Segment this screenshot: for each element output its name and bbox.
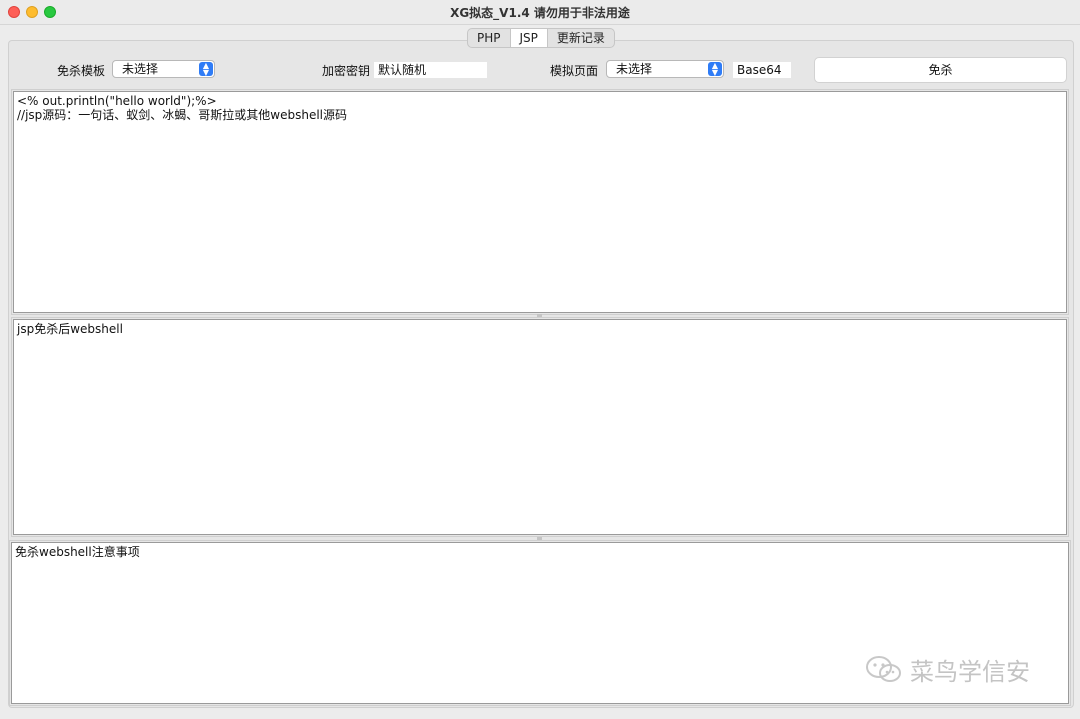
- source-line-1: <% out.println("hello world");%>: [17, 94, 217, 108]
- tab-jsp[interactable]: JSP: [510, 29, 548, 47]
- tab-bar: PHP JSP 更新记录: [467, 28, 615, 48]
- watermark: 菜鸟学信安: [864, 654, 1030, 686]
- tab-php[interactable]: PHP: [468, 29, 511, 47]
- window-title: XG拟态_V1.4 请勿用于非法用途: [450, 6, 630, 20]
- template-select-value: 未选择: [122, 62, 159, 76]
- chevron-updown-icon: ▲ ▼: [708, 62, 722, 77]
- encoding-select[interactable]: Base64: [733, 62, 791, 78]
- key-label: 加密密钥: [322, 64, 371, 78]
- template-label: 免杀模板: [57, 64, 106, 78]
- source-line-2: //jsp源码：一句话、蚁剑、冰蝎、哥斯拉或其他webshell源码: [17, 108, 348, 122]
- page-select-value: 未选择: [616, 62, 653, 76]
- obfuscate-button[interactable]: 免杀: [814, 57, 1067, 83]
- chevron-updown-icon: ▲ ▼: [199, 62, 213, 77]
- notes-text: 免杀webshell注意事项: [15, 545, 140, 559]
- watermark-text: 菜鸟学信安: [910, 657, 1030, 686]
- wechat-icon: [866, 656, 901, 682]
- key-input[interactable]: 默认随机: [374, 62, 487, 78]
- output-textarea[interactable]: jsp免杀后webshell: [11, 317, 1069, 537]
- source-textarea[interactable]: <% out.println("hello world");%>//jsp源码：…: [11, 89, 1069, 315]
- template-select[interactable]: 未选择 ▲ ▼: [112, 60, 215, 78]
- page-label: 模拟页面: [550, 64, 599, 78]
- split-handle-top[interactable]: [537, 314, 542, 317]
- title-bar: XG拟态_V1.4 请勿用于非法用途: [0, 0, 1080, 25]
- output-text: jsp免杀后webshell: [17, 322, 123, 336]
- split-handle-bottom[interactable]: [537, 537, 542, 540]
- page-select[interactable]: 未选择 ▲ ▼: [606, 60, 724, 78]
- tab-changelog[interactable]: 更新记录: [548, 29, 614, 47]
